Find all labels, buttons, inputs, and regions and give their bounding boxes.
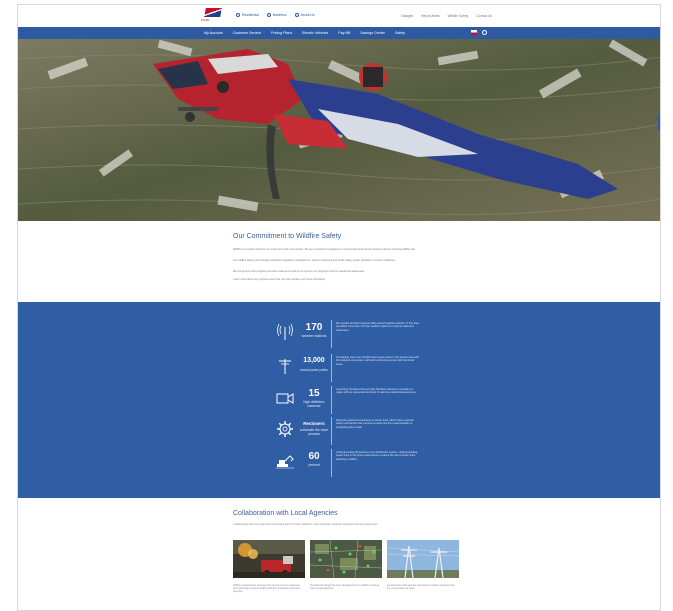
- power-lines-illustration: [387, 540, 459, 578]
- card-description: Wildfire preparedness has been the top f…: [233, 584, 300, 594]
- card-description: Investments in this area are improving o…: [387, 584, 455, 591]
- stat-number: 15: [308, 388, 320, 399]
- gear-icon: [277, 421, 293, 437]
- stat-reclosers: Reclosers automate the reset process Dep…: [276, 417, 426, 447]
- nav-electric-vehicles[interactable]: Electric Vehicles: [302, 31, 328, 35]
- contact-us-link[interactable]: Contact Us: [476, 14, 492, 18]
- company-logo[interactable]: PG&E: [201, 8, 225, 24]
- card-description: Thermal technology has been developed fo…: [310, 584, 380, 591]
- nav-pay-bill[interactable]: Pay Bill: [338, 31, 350, 35]
- collaboration-subtitle: Collaborating with local agencies has he…: [233, 523, 379, 526]
- hero-image: [18, 39, 660, 221]
- logo-text: PG&E: [201, 18, 210, 22]
- power-pole-icon: [279, 359, 291, 374]
- nav-my-account[interactable]: My Account: [204, 31, 223, 35]
- stat-description: Launching 15 state-of-the-art high defin…: [336, 388, 417, 395]
- map-illustration: [310, 540, 382, 578]
- stat-description: We operate America's largest utility-own…: [336, 322, 419, 332]
- business-link[interactable]: Business: [266, 13, 287, 17]
- stat-unit: high definition cameras: [303, 400, 325, 408]
- commitment-paragraph: Our wildfire safety plan includes enhanc…: [233, 259, 396, 262]
- search-icon[interactable]: [482, 30, 487, 35]
- commitment-paragraph: Wildfire is a serious threat to our cust…: [233, 248, 416, 251]
- page-frame: PG&E Residential Business About Us Outag…: [17, 4, 661, 611]
- nav-pricing-plans[interactable]: Pricing Plans: [271, 31, 292, 35]
- commitment-paragraph: We are proud of the progress we have mad…: [233, 270, 365, 273]
- stat-description: Deploying advanced reclosers on power li…: [336, 419, 414, 429]
- feedback-tab[interactable]: [658, 114, 660, 130]
- power-lines-image[interactable]: [387, 540, 459, 578]
- stat-power-poles: 13,000 wood power poles Completing more …: [276, 354, 426, 384]
- stat-undergrounding: 60 percent Undergrounding 60 percent of …: [276, 449, 426, 479]
- main-nav: My Account Customer Service Pricing Plan…: [18, 27, 660, 39]
- stat-unit: weather stations: [301, 334, 327, 338]
- circle-icon: [266, 13, 271, 17]
- divider: [331, 386, 332, 414]
- stat-number: Reclosers: [303, 421, 325, 426]
- stat-cameras: 15 high definition cameras Launching 15 …: [276, 386, 426, 416]
- stat-unit: automate the reset process: [299, 428, 329, 436]
- logo-flag-icon: [204, 8, 222, 17]
- outages-link[interactable]: Outages: [401, 14, 413, 18]
- audience-links: Residential Business About Us: [236, 13, 315, 17]
- divider: [331, 417, 332, 445]
- divider: [331, 354, 332, 382]
- commitment-section: Our Commitment to Wildfire Safety Wildfi…: [18, 221, 660, 302]
- excavator-icon: [276, 455, 294, 469]
- report-alerts-link[interactable]: Report Alerts: [421, 14, 439, 18]
- fire-truck-image[interactable]: [233, 540, 305, 578]
- collaboration-title: Collaboration with Local Agencies: [233, 510, 338, 517]
- commitment-title: Our Commitment to Wildfire Safety: [233, 233, 342, 240]
- nav-safety[interactable]: Safety: [395, 31, 405, 35]
- stat-weather-stations: 170 weather stations We operate America'…: [276, 320, 426, 350]
- nav-savings-center[interactable]: Savings Center: [360, 31, 385, 35]
- stats-section: 170 weather stations We operate America'…: [18, 302, 660, 498]
- about-link[interactable]: About Us: [294, 13, 315, 17]
- fire-scene-illustration: [233, 540, 305, 578]
- stat-number: 60: [308, 451, 320, 462]
- stat-unit: percent: [308, 463, 320, 467]
- divider: [331, 320, 332, 348]
- business-label: Business: [272, 13, 287, 17]
- circle-icon: [236, 13, 240, 17]
- nav-customer-service[interactable]: Customer Service: [233, 31, 262, 35]
- stat-number: 170: [305, 322, 323, 333]
- divider: [331, 449, 332, 477]
- stat-description: Completing more than 13,000 wood power p…: [336, 356, 420, 366]
- camera-icon: [276, 393, 294, 404]
- collaboration-section: Collaboration with Local Agencies Collab…: [18, 498, 660, 610]
- helicopter-illustration: [18, 39, 660, 221]
- stat-unit: wood power poles: [300, 368, 328, 372]
- commitment-paragraph: Learn more about our programs and how yo…: [233, 278, 326, 281]
- about-label: About Us: [300, 13, 315, 17]
- residential-link[interactable]: Residential: [236, 13, 259, 17]
- residential-label: Residential: [242, 13, 259, 17]
- language-flag-icon[interactable]: [471, 30, 477, 35]
- stat-description: Undergrounding 60 percent of our distrib…: [336, 451, 418, 461]
- utility-links: Outages Report Alerts Wildfire Safety Co…: [401, 14, 492, 18]
- circle-icon: [294, 13, 299, 17]
- stat-number: 13,000: [303, 357, 325, 364]
- antenna-icon: [277, 323, 293, 340]
- top-bar: PG&E Residential Business About Us Outag…: [18, 5, 660, 27]
- wildfire-safety-link[interactable]: Wildfire Safety: [448, 14, 469, 18]
- map-image[interactable]: [310, 540, 382, 578]
